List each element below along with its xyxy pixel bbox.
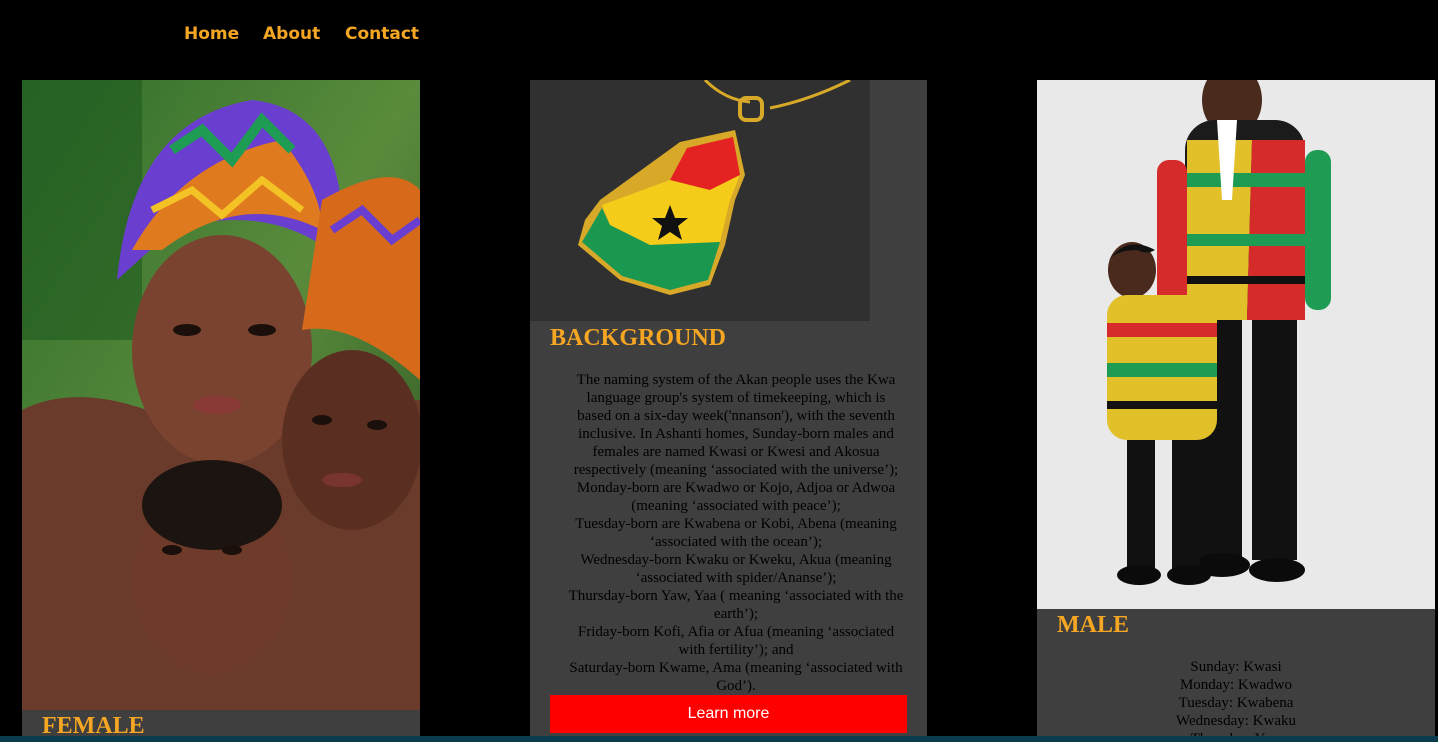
- background-heading: BACKGROUND: [550, 325, 727, 351]
- day-name-item: Sunday: Kwasi: [1190, 659, 1282, 675]
- text-line: (meaning ‘associated with peace’);: [631, 498, 841, 514]
- text-line: Monday-born are Kwadwo or Kojo, Adjoa or…: [576, 480, 896, 496]
- text-line: inclusive. In Ashanti homes, Sunday-born…: [578, 426, 894, 442]
- text-line: respectively (meaning ‘associated with t…: [573, 462, 899, 478]
- background-card: BACKGROUND The naming system of the Akan…: [530, 80, 927, 742]
- male-day-names: Sunday: Kwasi Monday: Kwadwo Tuesday: Kw…: [1037, 658, 1435, 742]
- text-line: females are named Kwasi or Kwesi and Ako…: [592, 444, 880, 460]
- female-card: FEMALE: [22, 80, 420, 742]
- horizontal-scrollbar[interactable]: [0, 736, 1438, 742]
- learn-more-button[interactable]: Learn more: [550, 695, 907, 733]
- text-line: Thursday-born Yaw, Yaa ( meaning ‘associ…: [568, 588, 904, 604]
- male-card: MALE Sunday: Kwasi Monday: Kwadwo Tuesda…: [1037, 80, 1435, 742]
- text-line: Saturday-born Kwame, Ama (meaning ‘assoc…: [569, 660, 903, 676]
- day-name-item: Wednesday: Kwaku: [1175, 713, 1296, 729]
- text-line: with fertility’); and: [678, 642, 794, 658]
- text-line: language group's system of timekeeping, …: [586, 390, 886, 406]
- ghana-pendant-photo: [530, 80, 870, 321]
- day-name-item: Tuesday: Kwabena: [1178, 695, 1294, 711]
- nav-contact-link[interactable]: Contact: [345, 24, 419, 44]
- background-text: The naming system of the Akan people use…: [544, 371, 927, 695]
- text-line: ‘associated with the ocean’);: [649, 534, 822, 550]
- text-line: earth’);: [713, 606, 759, 622]
- text-line: based on a six-day week('nnanson'), with…: [577, 408, 895, 424]
- male-photo: [1037, 80, 1435, 609]
- female-photo: [22, 80, 420, 710]
- text-line: The naming system of the Akan people use…: [576, 372, 896, 388]
- text-line: God’).: [716, 678, 756, 694]
- text-line: ‘associated with spider/Ananse’);: [635, 570, 837, 586]
- text-line: Friday-born Kofi, Afia or Afua (meaning …: [577, 624, 895, 640]
- nav-home-link[interactable]: Home: [184, 24, 239, 44]
- male-heading: MALE: [1057, 612, 1129, 638]
- top-nav: Home About Contact: [0, 0, 1438, 72]
- day-name-item: Monday: Kwadwo: [1179, 677, 1293, 693]
- text-line: Tuesday-born are Kwabena or Kobi, Abena …: [575, 516, 897, 532]
- nav-about-link[interactable]: About: [263, 24, 320, 44]
- text-line: Wednesday-born Kwaku or Kweku, Akua (mea…: [580, 552, 892, 568]
